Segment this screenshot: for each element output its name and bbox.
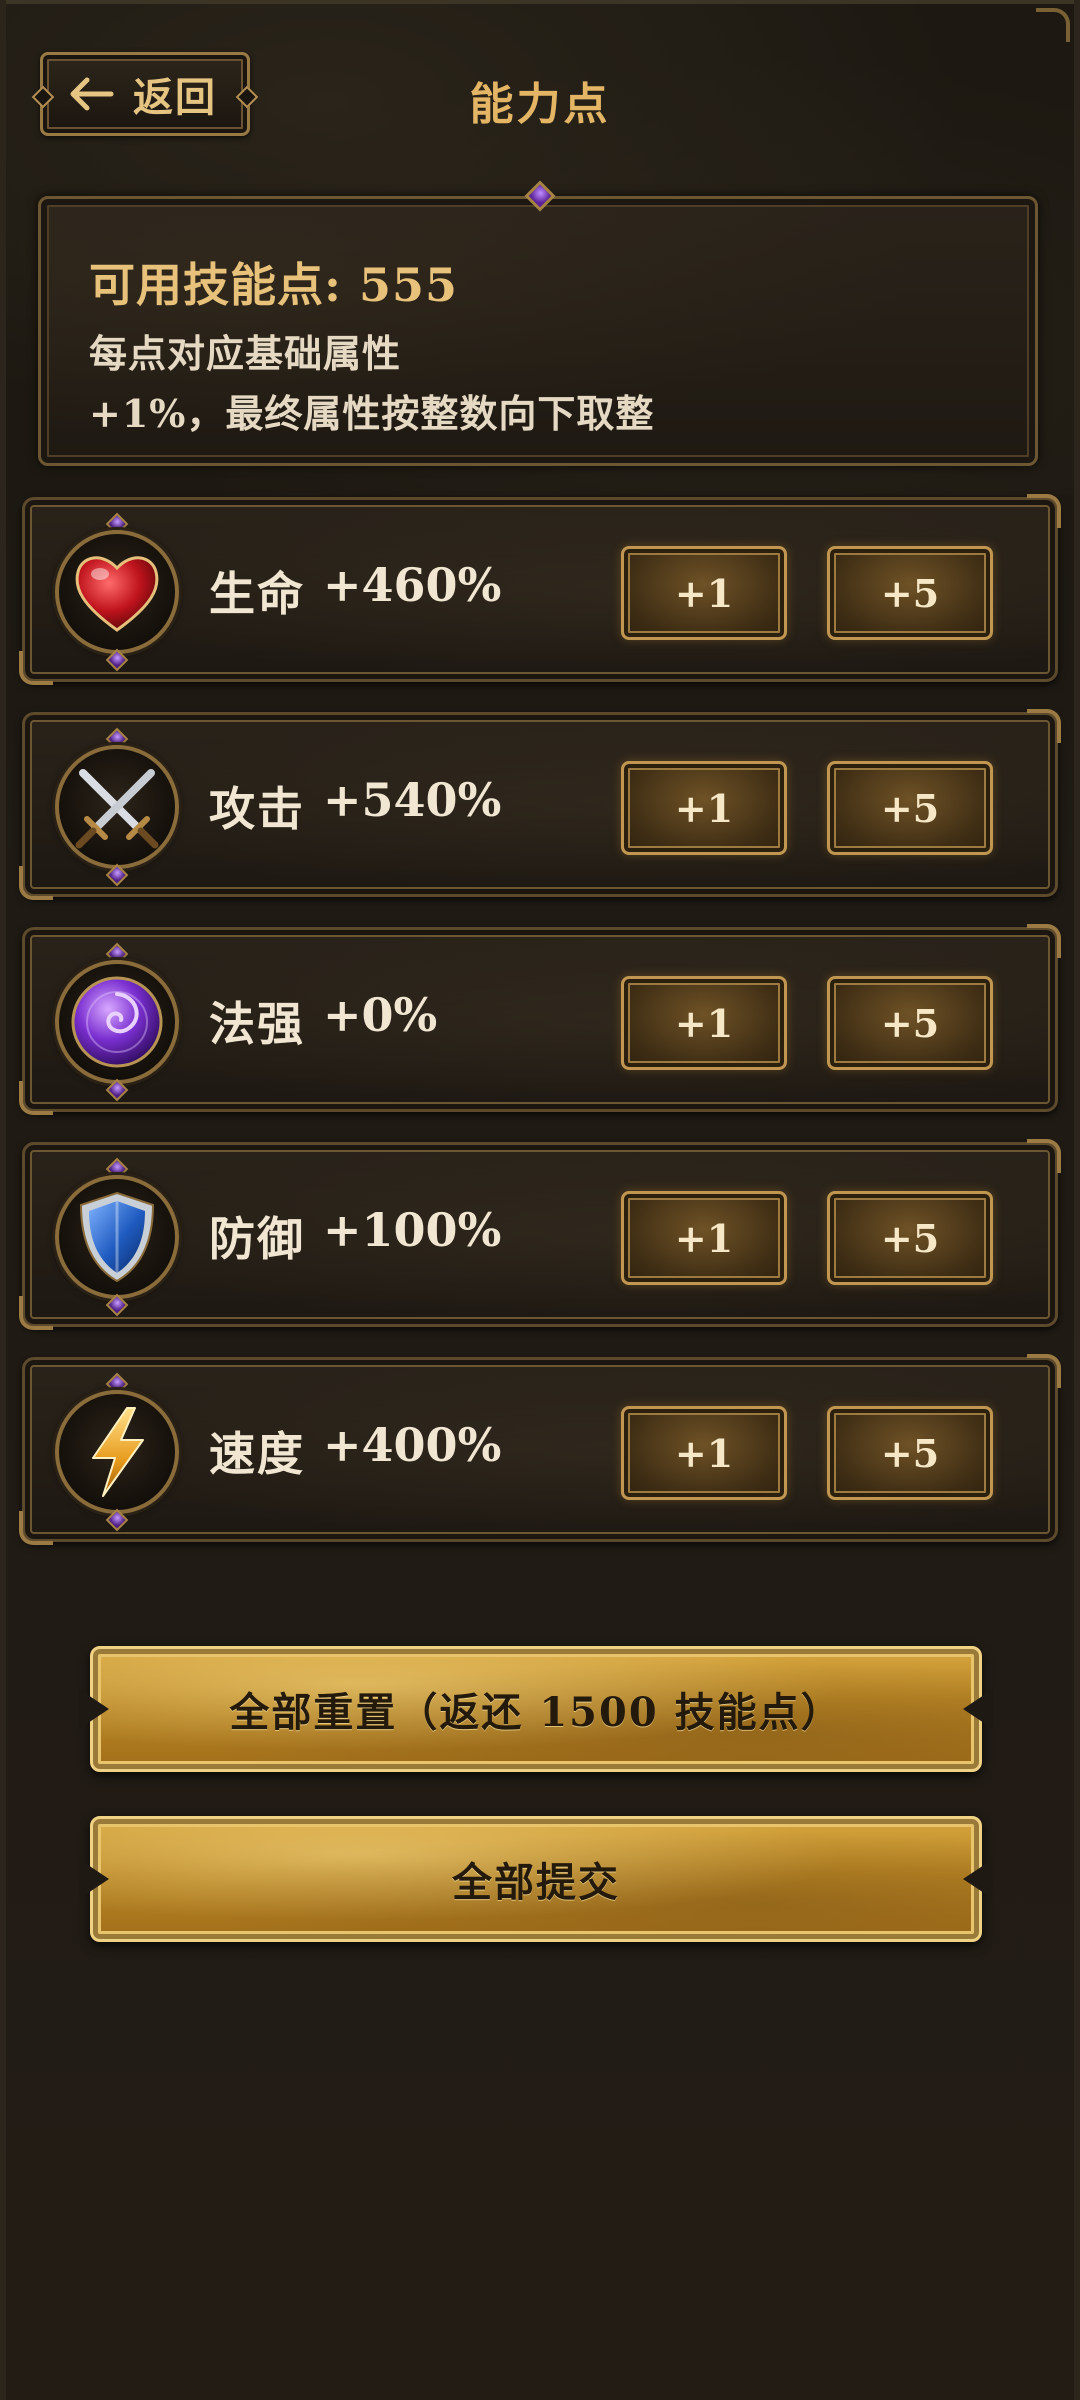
stat-row-defense: 防御 +100% +1 +5: [19, 1139, 1061, 1330]
attack-plus-five-button[interactable]: +5: [827, 761, 993, 855]
spell-power-plus-one-button[interactable]: +1: [621, 976, 787, 1070]
stat-row-attack: 攻击 +540% +1 +5: [19, 709, 1061, 900]
heart-icon: [55, 530, 179, 654]
stat-value-speed: +400%: [323, 1418, 502, 1472]
stat-value-spell-power: +0%: [323, 988, 438, 1042]
skill-points-panel: 可用技能点: 555 每点对应基础属性 +1%，最终属性按整数向下取整: [38, 180, 1038, 466]
magic-orb-icon: [55, 960, 179, 1084]
info-description-line2: +1%，最终属性按整数向下取整: [89, 391, 655, 436]
stat-row-speed: 速度 +400% +1 +5: [19, 1354, 1061, 1545]
crossed-swords-icon: [55, 745, 179, 869]
speed-plus-one-button[interactable]: +1: [621, 1406, 787, 1500]
corner-ornament: [1036, 8, 1070, 42]
info-description-line1: 每点对应基础属性: [89, 331, 402, 376]
stat-name-defense: 防御: [209, 1212, 305, 1266]
spell-power-plus-five-button[interactable]: +5: [827, 976, 993, 1070]
stat-name-attack: 攻击: [209, 782, 305, 836]
stat-name-spell-power: 法强: [209, 997, 305, 1051]
stat-name-life: 生命: [209, 567, 305, 621]
stat-value-life: +460%: [323, 558, 502, 612]
submit-all-button[interactable]: 全部提交: [90, 1816, 982, 1942]
lightning-icon: [55, 1390, 179, 1514]
stat-value-defense: +100%: [323, 1203, 502, 1257]
stat-row-life: 生命 +460% +1 +5: [19, 494, 1061, 685]
page-title: 能力点: [469, 79, 611, 130]
stat-name-speed: 速度: [209, 1427, 305, 1481]
available-points-label: 可用技能点: 555: [89, 258, 459, 312]
attack-plus-one-button[interactable]: +1: [621, 761, 787, 855]
stat-row-spell-power: 法强 +0% +1 +5: [19, 924, 1061, 1115]
stat-value-attack: +540%: [323, 773, 502, 827]
speed-plus-five-button[interactable]: +5: [827, 1406, 993, 1500]
defense-plus-one-button[interactable]: +1: [621, 1191, 787, 1285]
defense-plus-five-button[interactable]: +5: [827, 1191, 993, 1285]
life-plus-one-button[interactable]: +1: [621, 546, 787, 640]
life-plus-five-button[interactable]: +5: [827, 546, 993, 640]
shield-icon: [55, 1175, 179, 1299]
reset-all-button[interactable]: 全部重置（返还 1500 技能点）: [90, 1646, 982, 1772]
